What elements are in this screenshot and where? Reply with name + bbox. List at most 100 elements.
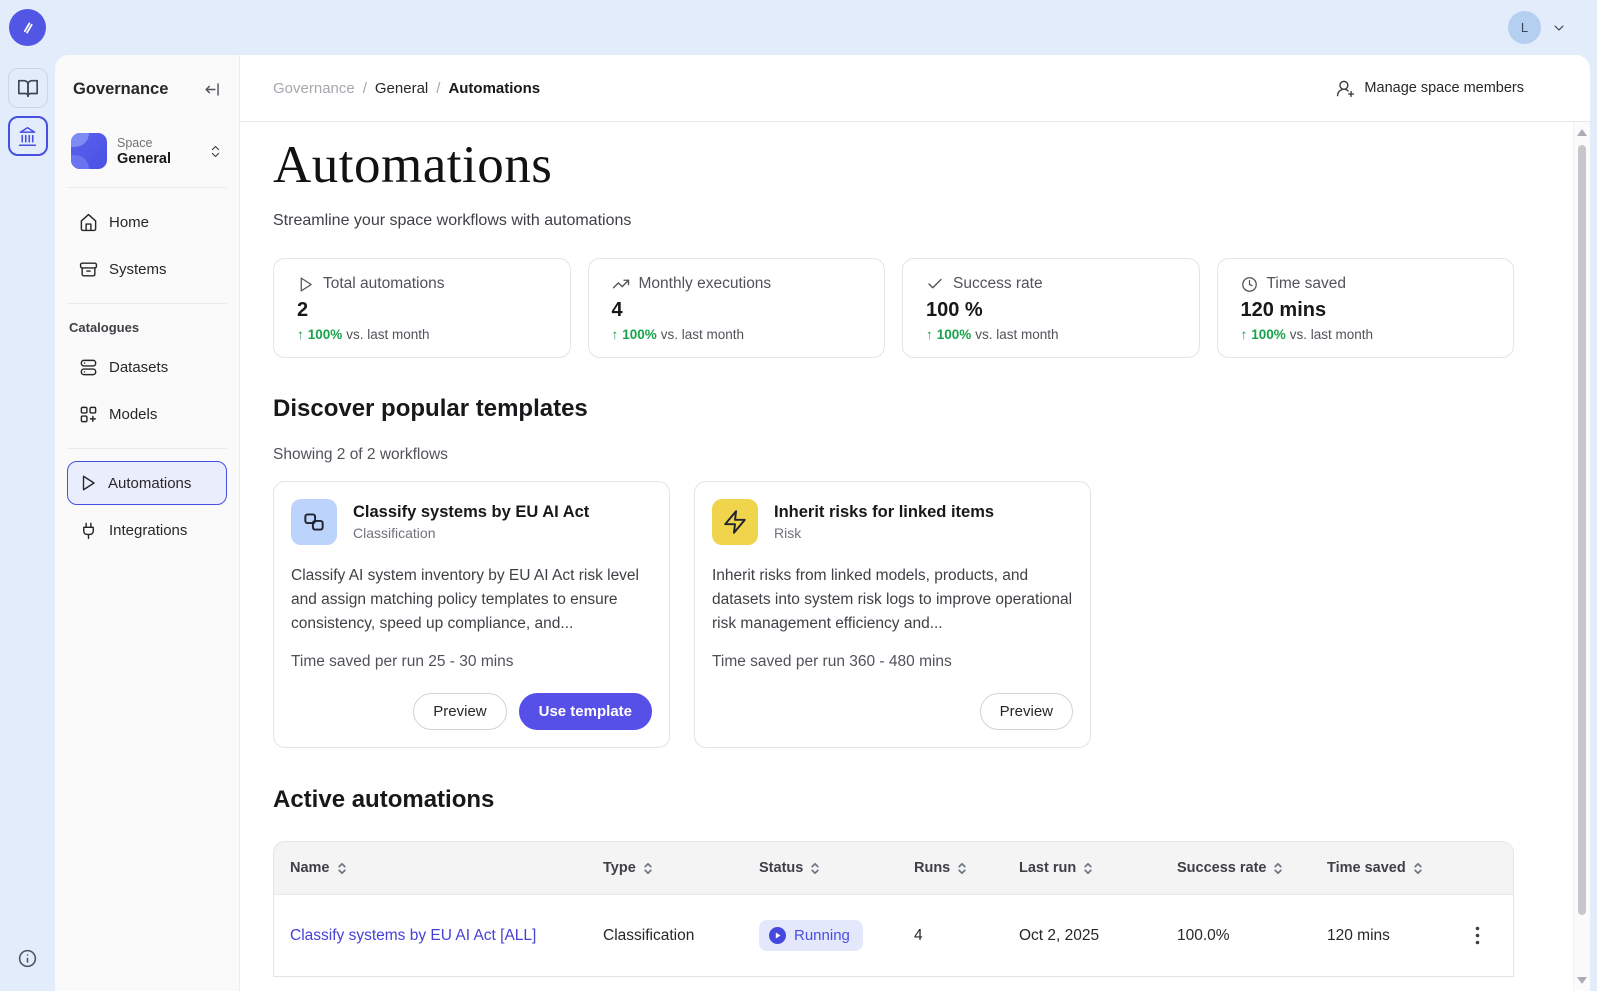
stat-value: 100 %: [926, 299, 1176, 322]
sort-icon: [810, 861, 820, 876]
play-icon: [297, 276, 314, 293]
avatar[interactable]: L: [1508, 11, 1541, 44]
sidebar-item-integrations[interactable]: Integrations: [67, 508, 227, 552]
column-header-status[interactable]: Status: [743, 842, 898, 895]
sidebar-item-home[interactable]: Home: [67, 200, 227, 244]
sort-icon: [1413, 861, 1423, 876]
stat-value: 4: [612, 299, 862, 322]
sidebar-collapse-button[interactable]: [203, 80, 222, 99]
row-menu-button[interactable]: [1458, 926, 1497, 945]
stat-label: Time saved: [1267, 275, 1347, 293]
top-bar: L: [0, 0, 1597, 55]
user-plus-icon: [1336, 79, 1355, 98]
shapes-icon: [291, 499, 337, 545]
app-logo[interactable]: [9, 9, 46, 46]
delta-up-arrow: ↑: [297, 327, 304, 342]
automation-type: Classification: [587, 895, 743, 977]
grid-plus-icon: [79, 405, 98, 424]
delta-percent: 100%: [937, 327, 972, 342]
kebab-icon: [1475, 926, 1480, 945]
page-title: Automations: [273, 135, 1514, 195]
delta-up-arrow: ↑: [612, 327, 619, 342]
template-title: Inherit risks for linked items: [774, 503, 994, 522]
sidebar-item-datasets[interactable]: Datasets: [67, 345, 227, 389]
rail-docs-button[interactable]: [8, 68, 48, 108]
left-rail: [0, 55, 55, 991]
delta-note: vs. last month: [346, 327, 429, 342]
sort-icon: [1083, 861, 1093, 876]
stat-cards: Total automations 2 ↑ 100% vs. last mont…: [273, 258, 1514, 358]
column-header-name[interactable]: Name: [274, 842, 587, 895]
breadcrumb-separator: /: [436, 80, 440, 97]
space-value: General: [117, 151, 171, 167]
vertical-scrollbar[interactable]: [1573, 122, 1590, 991]
sort-icon: [337, 861, 347, 876]
space-label: Space: [117, 136, 171, 150]
template-category: Risk: [774, 525, 994, 541]
delta-note: vs. last month: [661, 327, 744, 342]
play-circle-icon: [769, 927, 786, 944]
table-row: Classify systems by EU AI Act [ALL] Clas…: [274, 895, 1513, 977]
space-selector[interactable]: Space General: [67, 127, 227, 175]
delta-note: vs. last month: [975, 327, 1058, 342]
sidebar-item-label: Home: [109, 214, 149, 231]
automation-last-run: Oct 2, 2025: [1003, 895, 1161, 977]
sidebar-item-models[interactable]: Models: [67, 392, 227, 436]
stat-label: Total automations: [323, 275, 445, 293]
automation-name-link[interactable]: Classify systems by EU AI Act [ALL]: [290, 927, 536, 944]
sidebar-item-label: Datasets: [109, 359, 168, 376]
sort-icon: [957, 861, 967, 876]
status-badge[interactable]: Running: [759, 920, 863, 951]
preview-button[interactable]: Preview: [413, 693, 506, 730]
sidebar-item-label: Automations: [108, 475, 191, 492]
main-header: Governance / General / Automations Manag…: [240, 55, 1590, 122]
delta-percent: 100%: [308, 327, 343, 342]
sort-icon: [1273, 861, 1283, 876]
column-header-type[interactable]: Type: [587, 842, 743, 895]
column-header-last-run[interactable]: Last run: [1003, 842, 1161, 895]
landmark-icon: [17, 126, 38, 147]
space-icon: [71, 133, 107, 169]
sidebar-item-systems[interactable]: Systems: [67, 247, 227, 291]
manage-space-members-button[interactable]: Manage space members: [1336, 79, 1524, 98]
template-category: Classification: [353, 525, 589, 541]
stat-value: 120 mins: [1241, 299, 1491, 322]
active-automations-heading: Active automations: [273, 786, 1514, 814]
column-header-success-rate[interactable]: Success rate: [1161, 842, 1311, 895]
divider: [67, 187, 227, 188]
scrollbar-thumb[interactable]: [1578, 145, 1586, 915]
sidebar-item-label: Integrations: [109, 522, 187, 539]
scroll-up-arrow-icon[interactable]: [1574, 129, 1590, 136]
breadcrumb-governance[interactable]: Governance: [273, 80, 355, 97]
automation-success-rate: 100.0%: [1161, 895, 1311, 977]
stat-card-success-rate: Success rate 100 % ↑ 100% vs. last month: [902, 258, 1200, 358]
stat-label: Monthly executions: [639, 275, 772, 293]
column-header-runs[interactable]: Runs: [898, 842, 1003, 895]
column-header-actions: [1442, 842, 1513, 895]
info-button[interactable]: [0, 948, 55, 969]
main-area: Governance / General / Automations Manag…: [240, 55, 1590, 991]
sidebar-title: Governance: [73, 80, 168, 99]
sidebar-item-automations[interactable]: Automations: [67, 461, 227, 505]
chevron-down-icon: [1551, 20, 1567, 36]
app-logo-icon: [17, 17, 39, 39]
trending-up-icon: [612, 275, 630, 293]
template-card-classify-systems: Classify systems by EU AI Act Classifica…: [273, 481, 670, 748]
template-time-saved: Time saved per run 360 - 480 mins: [712, 653, 1073, 671]
rail-governance-button[interactable]: [8, 116, 48, 156]
delta-note: vs. last month: [1290, 327, 1373, 342]
database-icon: [79, 358, 98, 377]
home-icon: [79, 213, 98, 232]
template-description: Classify AI system inventory by EU AI Ac…: [291, 564, 652, 636]
column-header-time-saved[interactable]: Time saved: [1311, 842, 1442, 895]
app-window: Governance Space General: [55, 55, 1590, 991]
use-template-button[interactable]: Use template: [519, 693, 652, 730]
sidebar-item-label: Systems: [109, 261, 167, 278]
info-icon: [17, 948, 38, 969]
preview-button[interactable]: Preview: [980, 693, 1073, 730]
user-menu[interactable]: L: [1508, 11, 1567, 44]
check-icon: [926, 275, 944, 293]
scroll-down-arrow-icon[interactable]: [1574, 977, 1590, 984]
sort-icon: [643, 861, 653, 876]
breadcrumb-general[interactable]: General: [375, 80, 428, 97]
